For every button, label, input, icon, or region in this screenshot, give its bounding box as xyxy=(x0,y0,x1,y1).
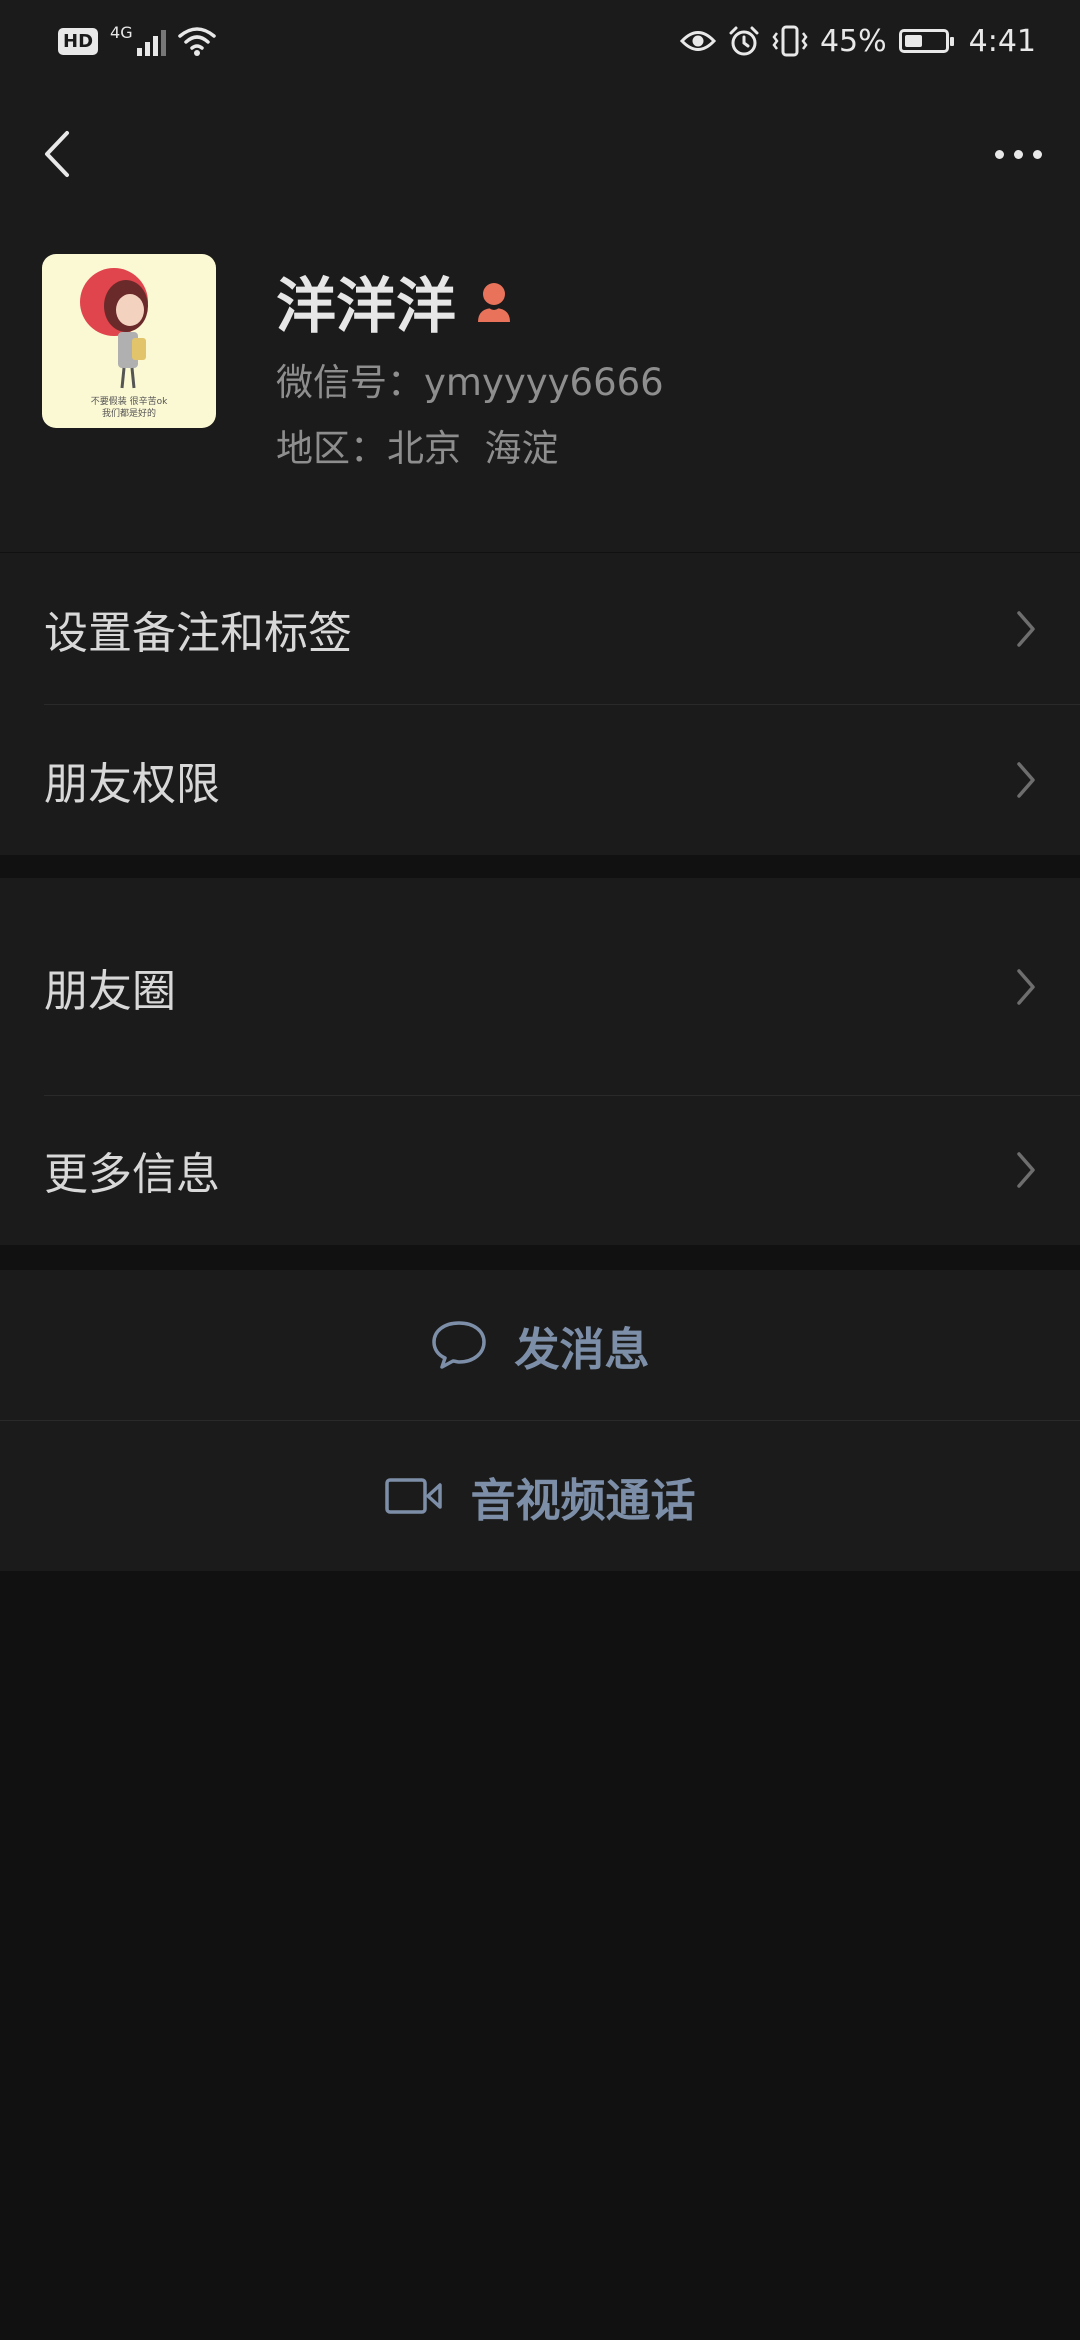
menu-item-remark-tags[interactable]: 设置备注和标签 xyxy=(0,553,1080,704)
chevron-right-icon xyxy=(1017,1152,1035,1188)
battery-level xyxy=(904,35,922,47)
battery-percent: 45% xyxy=(819,23,887,59)
alarm-icon xyxy=(729,26,759,56)
avatar-caption-2: 我们都是好的 xyxy=(102,407,156,419)
chevron-right-icon xyxy=(1017,968,1035,1005)
clock: 4:41 xyxy=(968,23,1036,59)
menu-item-friend-permissions[interactable]: 朋友权限 xyxy=(0,704,1080,855)
menu-item-label: 朋友权限 xyxy=(44,758,220,810)
back-button[interactable] xyxy=(30,118,84,190)
battery-icon xyxy=(898,29,954,53)
menu-item-more-info[interactable]: 更多信息 xyxy=(0,1095,1080,1245)
menu-group-2: 朋友圈 更多信息 xyxy=(0,878,1080,1245)
menu-group-1: 设置备注和标签 朋友权限 xyxy=(0,553,1080,855)
menu-item-label: 设置备注和标签 xyxy=(44,607,352,659)
video-camera-icon xyxy=(385,1478,443,1514)
hd-badge: HD xyxy=(58,27,99,55)
chevron-right-icon xyxy=(1017,761,1035,798)
send-message-label: 发消息 xyxy=(514,1322,650,1376)
profile-header: 不要假装 很辛苦ok 我们都是好的 洋洋洋 微信号：ymyyyy6666 地区：… xyxy=(0,82,1080,552)
status-bar: HD 4G 45% 4:41 xyxy=(0,0,1080,82)
network-type: 4G xyxy=(110,22,133,42)
send-message-button[interactable]: 发消息 xyxy=(0,1270,1080,1420)
menu-item-moments[interactable]: 朋友圈 xyxy=(0,878,1080,1095)
eye-icon xyxy=(679,31,716,51)
avatar[interactable]: 不要假装 很辛苦ok 我们都是好的 xyxy=(42,254,216,428)
chat-bubble-icon xyxy=(432,1321,487,1369)
region: 地区：北京 海淀 xyxy=(276,427,559,470)
menu-item-label: 更多信息 xyxy=(44,1149,220,1200)
wifi-icon xyxy=(177,27,216,56)
signal-icon xyxy=(136,26,166,56)
female-icon xyxy=(478,282,510,322)
chevron-left-icon xyxy=(45,131,69,177)
more-dots-icon xyxy=(994,149,1004,159)
av-call-label: 音视频通话 xyxy=(470,1473,696,1527)
vibrate-icon xyxy=(772,25,808,57)
avatar-illustration: 不要假装 很辛苦ok 我们都是好的 xyxy=(80,268,168,419)
avatar-caption-1: 不要假装 很辛苦ok xyxy=(91,395,168,407)
chevron-right-icon xyxy=(1017,610,1035,647)
name-row: 洋洋洋 xyxy=(276,258,514,345)
more-button[interactable] xyxy=(982,126,1054,182)
contact-name: 洋洋洋 xyxy=(276,272,456,342)
menu-item-label: 朋友圈 xyxy=(44,965,176,1017)
wechat-id: 微信号：ymyyyy6666 xyxy=(276,361,664,404)
av-call-button[interactable]: 音视频通话 xyxy=(0,1421,1080,1571)
